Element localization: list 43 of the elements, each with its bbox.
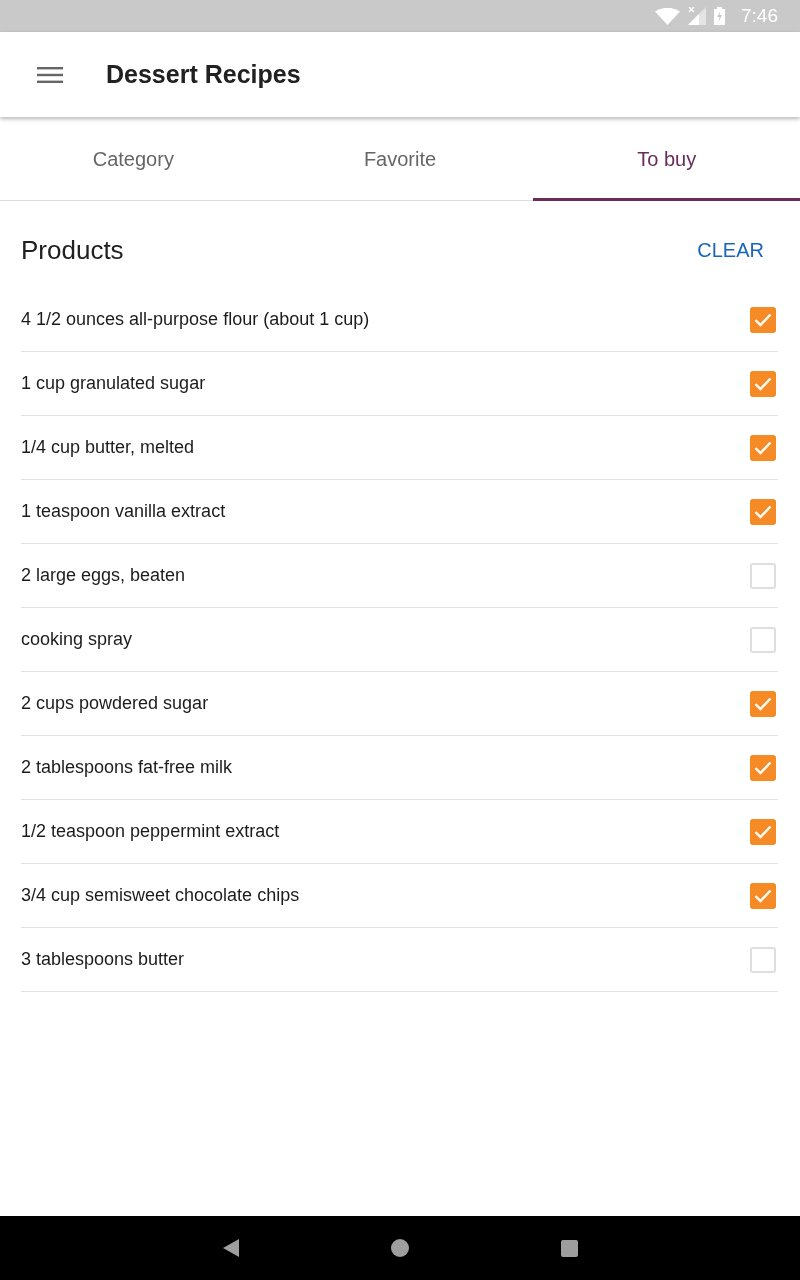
- clear-button[interactable]: CLEAR: [697, 235, 764, 266]
- home-icon[interactable]: [390, 1239, 409, 1257]
- product-name: 1/2 teaspoon peppermint extract: [21, 821, 280, 842]
- checkmark-icon: [754, 888, 772, 903]
- checkmark-icon: [754, 696, 772, 711]
- tab[interactable]: To buy: [533, 117, 800, 201]
- product-name: 1 cup granulated sugar: [21, 373, 206, 394]
- checkbox[interactable]: [750, 754, 776, 781]
- section-title: Products: [21, 235, 124, 266]
- product-name: 1 teaspoon vanilla extract: [21, 501, 226, 522]
- checkmark-icon: [754, 376, 772, 391]
- battery-charging-icon: [714, 7, 725, 25]
- checkbox[interactable]: [750, 882, 776, 909]
- checkmark-icon: [754, 440, 772, 455]
- checkbox[interactable]: [750, 818, 776, 845]
- checkbox[interactable]: [750, 498, 776, 525]
- product-name: 2 cups powdered sugar: [21, 693, 209, 714]
- signal-icon: [688, 7, 706, 25]
- checkmark-icon: [754, 760, 772, 775]
- checkbox[interactable]: [750, 562, 776, 589]
- product-name: 1/4 cup butter, melted: [21, 437, 195, 458]
- back-icon[interactable]: [222, 1239, 239, 1257]
- checkbox[interactable]: [750, 370, 776, 397]
- app-title: Dessert Recipes: [106, 60, 301, 89]
- checkmark-icon: [754, 312, 772, 327]
- wifi-icon: [655, 7, 680, 25]
- menu-icon[interactable]: [36, 65, 64, 84]
- checkbox[interactable]: [750, 690, 776, 717]
- tab[interactable]: Favorite: [266, 117, 534, 201]
- checkbox[interactable]: [750, 434, 776, 461]
- checkbox[interactable]: [750, 306, 776, 333]
- product-name: 3 tablespoons butter: [21, 949, 185, 970]
- checkmark-icon: [754, 504, 772, 519]
- product-name: cooking spray: [21, 629, 133, 650]
- product-name: 2 tablespoons fat-free milk: [21, 757, 233, 778]
- checkbox[interactable]: [750, 946, 776, 973]
- product-name: 3/4 cup semisweet chocolate chips: [21, 885, 300, 906]
- product-name: 2 large eggs, beaten: [21, 565, 186, 586]
- checkbox[interactable]: [750, 626, 776, 653]
- tab[interactable]: Category: [0, 117, 267, 201]
- recents-icon[interactable]: [560, 1239, 578, 1257]
- checkmark-icon: [754, 824, 772, 839]
- product-name: 4 1/2 ounces all-purpose flour (about 1 cup): [21, 309, 370, 330]
